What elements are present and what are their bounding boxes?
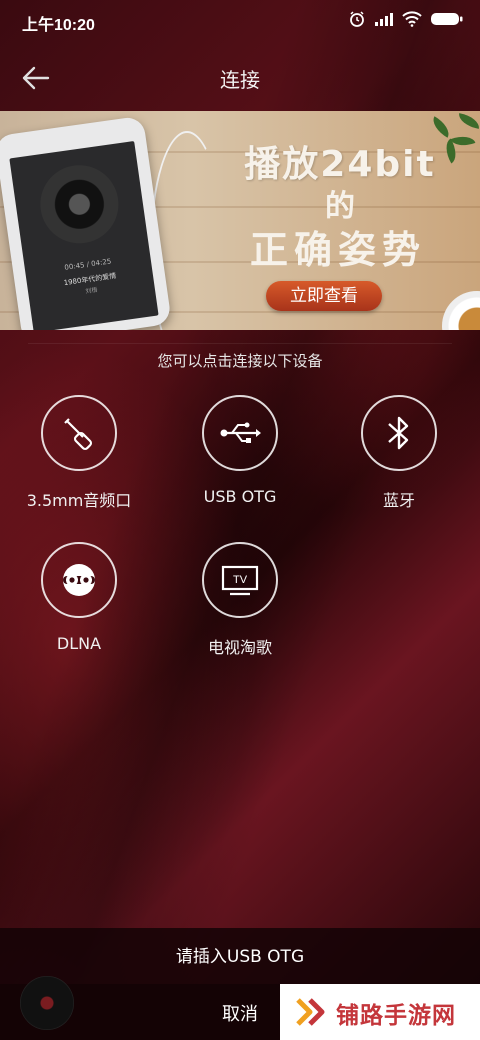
bottom-bar: 取消 铺路手游网 [0, 976, 480, 1040]
album-disc [35, 160, 124, 249]
svg-text:TV: TV [233, 574, 248, 586]
device-dlna[interactable]: DLNA [4, 542, 154, 653]
page-title: 连接 [220, 68, 260, 92]
intro-text: 您可以点击连接以下设备 [157, 352, 323, 370]
phone-screen: 00:45 / 04:25 1980年代的爱情 刘梧 [9, 141, 159, 330]
device-circle [361, 395, 437, 471]
device-circle [202, 395, 278, 471]
phone-image: 00:45 / 04:25 1980年代的爱情 刘梧 [0, 115, 172, 330]
banner-line3: 正确姿势 [249, 228, 426, 272]
status-bar: 上午10:20 [0, 0, 480, 44]
header: 连接 [0, 50, 480, 106]
device-label: 蓝牙 [382, 491, 415, 510]
banner-line1: 播放24bit [244, 144, 436, 185]
device-label: 电视淘歌 [207, 638, 272, 657]
device-usb-otg[interactable]: USB OTG [165, 395, 315, 506]
alarm-icon [350, 11, 364, 27]
watermark: 铺路手游网 [280, 984, 480, 1040]
tv-icon: TV [221, 565, 259, 596]
dlna-icon [63, 564, 95, 596]
view-now-button[interactable]: 立即查看 [266, 281, 382, 311]
device-circle [41, 542, 117, 618]
mini-player-disc[interactable] [20, 976, 74, 1030]
cancel-button[interactable]: 取消 [200, 1000, 280, 1026]
bluetooth-icon [388, 416, 409, 450]
device-bluetooth[interactable]: 蓝牙 [324, 395, 474, 511]
wifi-icon [402, 11, 422, 27]
device-tv[interactable]: TV 电视淘歌 [165, 542, 315, 658]
connect-hint: 请插入USB OTG [0, 928, 480, 984]
battery-icon [431, 13, 463, 25]
divider [28, 343, 452, 344]
coffee-cup [442, 291, 480, 330]
device-label: DLNA [56, 634, 102, 653]
promo-banner[interactable]: 00:45 / 04:25 1980年代的爱情 刘梧 播放24bit 的 正确姿… [0, 111, 480, 330]
watermark-logo-icon [296, 998, 325, 1026]
headphone-jack-icon [64, 418, 93, 451]
device-circle: TV [202, 542, 278, 618]
device-label: 3.5mm音频口 [26, 491, 132, 510]
signal-icon [375, 13, 393, 26]
device-label: USB OTG [203, 487, 277, 506]
status-time: 上午10:20 [22, 17, 95, 34]
usb-icon [220, 422, 261, 443]
leaf-icon [457, 113, 480, 129]
watermark-text: 铺路手游网 [336, 1003, 456, 1029]
device-circle [41, 395, 117, 471]
device-headphone-jack[interactable]: 3.5mm音频口 [4, 395, 154, 511]
